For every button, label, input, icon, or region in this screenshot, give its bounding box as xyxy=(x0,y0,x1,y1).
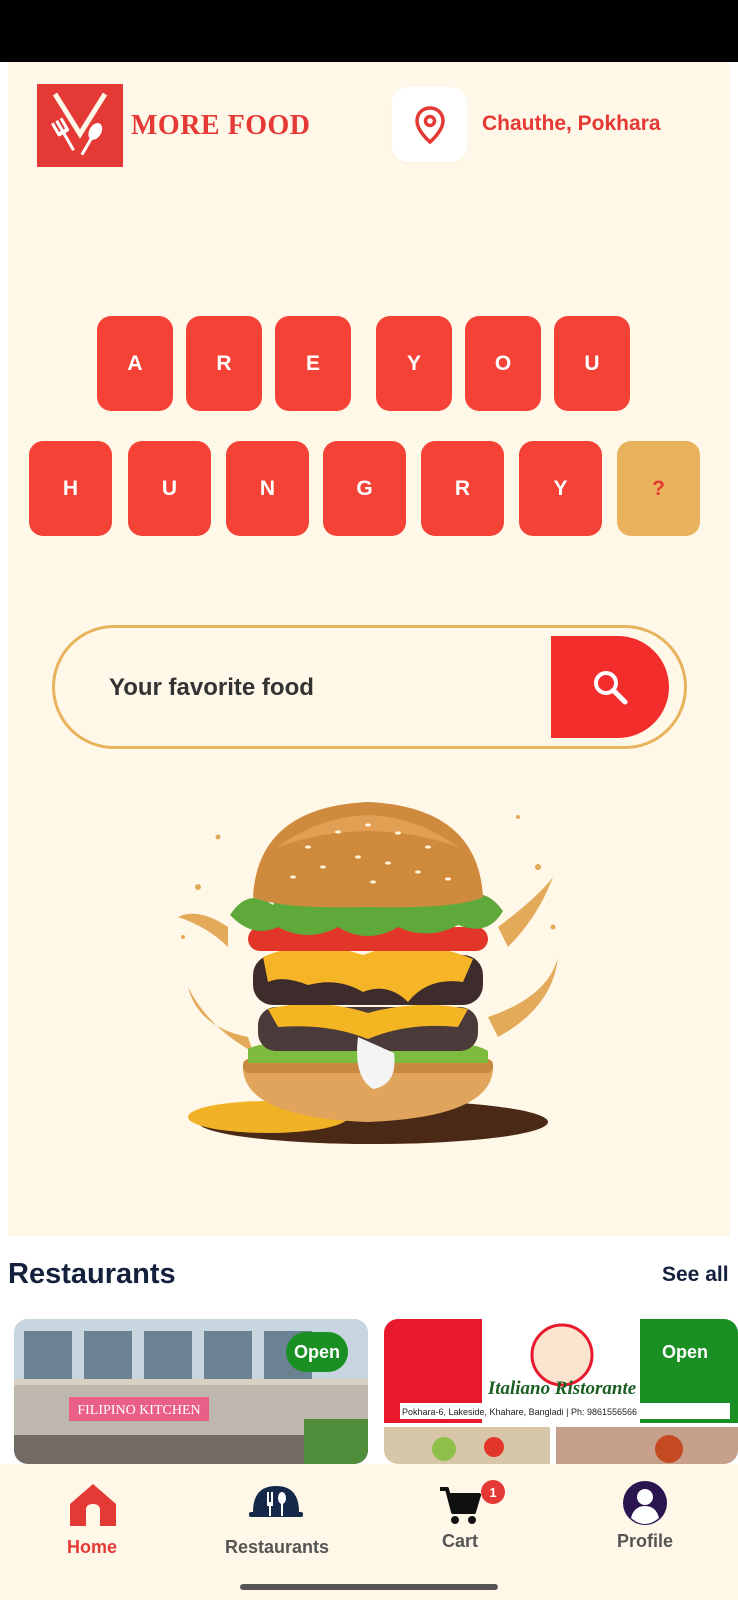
letter-tile: Y xyxy=(519,441,602,536)
nav-profile[interactable]: Profile xyxy=(552,1464,736,1572)
brand-logo: MORE FOOD xyxy=(37,84,311,167)
restaurants-heading: Restaurants xyxy=(8,1258,176,1290)
nav-label: Home xyxy=(67,1537,118,1557)
bottom-navigation: Home Restaurants Cart Profile xyxy=(0,1464,738,1572)
nav-restaurants[interactable]: Restaurants xyxy=(184,1464,368,1572)
letter-tile: O xyxy=(465,316,541,411)
letter-tile: A xyxy=(97,316,173,411)
search-bar xyxy=(52,625,687,749)
open-status-badge: Open xyxy=(654,1332,716,1372)
letter-tile: Y xyxy=(376,316,452,411)
nav-home[interactable]: Home xyxy=(0,1464,184,1572)
restaurant-card[interactable]: FILIPINO KITCHEN Open xyxy=(14,1319,368,1464)
letter-tile: H xyxy=(29,441,112,536)
restaurant-sign: FILIPINO KITCHEN xyxy=(77,1403,200,1418)
search-icon xyxy=(594,671,628,705)
restaurant-card[interactable]: Italiano Ristorante Pokhara-6, Lakeside,… xyxy=(384,1319,738,1464)
cart-count-badge: 1 xyxy=(481,1480,505,1504)
restaurant-sign: Italiano Ristorante xyxy=(487,1378,637,1399)
home-icon xyxy=(70,1484,116,1526)
nav-cart[interactable]: Cart xyxy=(368,1464,552,1572)
question-mark-tile: ? xyxy=(617,441,700,536)
restaurant-icon xyxy=(249,1486,303,1517)
status-bar xyxy=(0,0,738,62)
location-pin-icon xyxy=(414,105,445,144)
home-indicator[interactable] xyxy=(240,1584,498,1590)
letter-tile: E xyxy=(275,316,351,411)
location-label[interactable]: Chauthe, Pokhara xyxy=(482,112,661,136)
letter-tile: N xyxy=(226,441,309,536)
logo-mark-icon xyxy=(37,84,123,167)
app-screen: MORE FOOD Chauthe, Pokhara A R E Y O U H… xyxy=(0,0,738,1600)
location-button[interactable] xyxy=(392,87,467,162)
nav-label: Restaurants xyxy=(225,1537,330,1557)
nav-label: Cart xyxy=(442,1531,479,1551)
nav-label: Profile xyxy=(617,1531,674,1551)
letter-tile: G xyxy=(323,441,406,536)
restaurant-address: Pokhara-6, Lakeside, Khahare, Bangladi |… xyxy=(402,1407,637,1417)
brand-name: MORE FOOD xyxy=(131,109,311,141)
hero-section: MORE FOOD Chauthe, Pokhara A R E Y O U H… xyxy=(8,62,730,1236)
letter-tile: U xyxy=(128,441,211,536)
burger-illustration xyxy=(178,802,558,1144)
letter-tile: R xyxy=(421,441,504,536)
search-button[interactable] xyxy=(551,636,669,738)
letter-tile: U xyxy=(554,316,630,411)
see-all-link[interactable]: See all xyxy=(662,1263,729,1287)
cart-icon xyxy=(440,1487,481,1524)
profile-icon xyxy=(623,1481,667,1525)
letter-tile: R xyxy=(186,316,262,411)
open-status-badge: Open xyxy=(286,1332,348,1372)
search-input[interactable] xyxy=(109,666,539,710)
